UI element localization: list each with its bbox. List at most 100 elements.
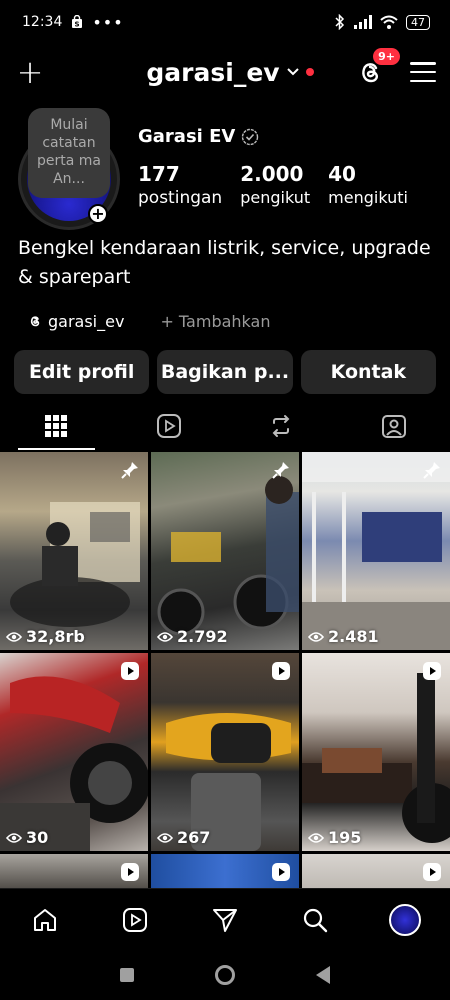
stat-posts[interactable]: 177 postingan [138, 162, 222, 208]
stat-value: 2.000 [240, 162, 304, 186]
battery-indicator: 47 [406, 14, 430, 30]
nav-reels[interactable] [115, 900, 155, 940]
status-left: 12:34 S ••• [22, 13, 124, 32]
post-thumbnail[interactable]: 32,8rb [0, 452, 148, 650]
nav-messages[interactable] [205, 900, 245, 940]
send-icon [213, 908, 237, 932]
eye-icon [157, 832, 173, 843]
tab-reels[interactable] [113, 402, 226, 450]
post-thumbnail[interactable] [151, 854, 299, 890]
post-image [0, 676, 148, 851]
display-name: Garasi EV [138, 126, 236, 147]
profile-avatar-small [389, 903, 421, 936]
pin-icon [423, 462, 440, 479]
pin-icon [121, 462, 138, 479]
reel-icon [272, 662, 290, 680]
stat-label: postingan [138, 188, 223, 208]
note-bubble[interactable]: Mulai catatan perta ma An... [28, 108, 110, 198]
profile-actions: Edit profil Bagikan p... Kontak [14, 350, 436, 394]
status-bar: 12:34 S ••• 47 [0, 0, 450, 44]
top-nav: + garasi_ev 9+ [0, 48, 450, 94]
threads-handle-label: garasi_ev [48, 311, 125, 331]
eye-icon [308, 832, 324, 843]
menu-line [409, 70, 436, 74]
eye-icon [6, 631, 22, 642]
post-thumbnail[interactable]: 30 [0, 653, 148, 851]
view-count-value: 195 [328, 828, 362, 847]
view-count: 2.792 [157, 627, 228, 646]
nav-search[interactable] [295, 900, 335, 940]
post-image [302, 673, 450, 843]
posts-grid: 32,8rb 2.792 2.481 30 267 195 [0, 452, 450, 890]
post-thumbnail[interactable] [302, 854, 450, 890]
wifi-icon [380, 15, 398, 29]
tab-reposts[interactable] [225, 402, 338, 450]
hamburger-menu-icon[interactable] [409, 62, 436, 82]
tab-grid[interactable] [0, 402, 113, 450]
reel-icon [121, 662, 139, 680]
nav-home[interactable] [25, 900, 65, 940]
view-count: 267 [157, 828, 210, 847]
stat-following[interactable]: 40 mengikuti [328, 162, 408, 208]
stat-label: pengikut [240, 188, 311, 207]
chevron-down-icon [286, 68, 299, 76]
eye-icon [157, 631, 173, 642]
view-count-value: 267 [177, 828, 211, 847]
post-thumbnail[interactable] [0, 854, 148, 890]
post-thumbnail[interactable]: 195 [302, 653, 450, 851]
threads-button[interactable]: 9+ [354, 48, 400, 88]
meta-verified-icon[interactable] [241, 128, 259, 146]
view-count-value: 2.481 [328, 627, 379, 646]
home-button-icon[interactable] [214, 965, 235, 985]
system-navigation [0, 950, 450, 1000]
reel-icon [272, 863, 290, 881]
back-button-icon[interactable] [315, 966, 330, 984]
threads-handle-chip[interactable]: garasi_ev [14, 304, 138, 338]
view-count-value: 30 [26, 828, 49, 847]
view-count: 32,8rb [6, 627, 85, 646]
profile-bio: Bengkel kendaraan listrik, service, upgr… [18, 237, 431, 288]
reel-icon [423, 662, 441, 680]
unread-dot [305, 68, 314, 76]
recents-button-icon[interactable] [120, 968, 135, 982]
create-plus-icon[interactable]: + [14, 56, 46, 88]
reels-icon [156, 414, 181, 438]
stat-label: mengikuti [328, 188, 408, 207]
profile-stats: 177 postingan 2.000 pengikut 40 mengikut… [138, 162, 408, 208]
bluetooth-icon [335, 14, 345, 30]
bottom-nav [0, 888, 450, 950]
post-thumbnail[interactable]: 267 [151, 653, 299, 851]
profile-links: garasi_ev + Tambahkan [14, 304, 284, 338]
grid-icon [45, 415, 68, 437]
view-count-value: 32,8rb [26, 627, 85, 646]
post-image [166, 713, 291, 851]
post-image [302, 452, 450, 650]
menu-line [409, 62, 436, 65]
threads-small-icon [30, 316, 40, 327]
profile-tabs [0, 402, 450, 450]
nav-right: 9+ [354, 48, 436, 88]
signal-icon [354, 15, 372, 29]
contact-button[interactable]: Kontak [300, 350, 436, 394]
search-icon [303, 908, 328, 932]
add-link-label: + Tambahkan [160, 311, 271, 331]
stat-followers[interactable]: 2.000 pengikut [240, 162, 310, 208]
add-story-plus-icon[interactable]: + [88, 204, 108, 224]
tab-tagged[interactable] [338, 402, 450, 450]
eye-icon [6, 832, 22, 843]
post-thumbnail[interactable]: 2.792 [151, 452, 299, 650]
status-right: 47 [334, 14, 430, 30]
edit-profile-button[interactable]: Edit profil [14, 350, 150, 394]
home-icon [34, 908, 56, 931]
share-profile-button[interactable]: Bagikan p... [157, 350, 293, 394]
notification-badge: 9+ [373, 48, 400, 65]
pin-icon [272, 462, 289, 479]
svg-text:S: S [75, 21, 80, 29]
view-count: 2.481 [308, 627, 379, 646]
add-link-chip[interactable]: + Tambahkan [146, 304, 284, 338]
view-count: 30 [6, 828, 48, 847]
nav-profile[interactable] [385, 900, 425, 940]
account-switcher[interactable]: garasi_ev [146, 58, 314, 87]
profile-name-row: Garasi EV [138, 126, 259, 147]
post-thumbnail[interactable]: 2.481 [302, 452, 450, 650]
